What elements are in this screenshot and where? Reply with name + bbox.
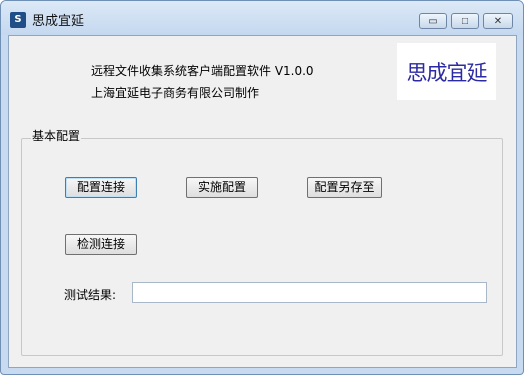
company-credit: 上海宜延电子商务有限公司制作 [91, 86, 260, 100]
maximize-button[interactable]: □ [451, 13, 479, 29]
test-result-field[interactable] [132, 282, 487, 303]
apply-config-button[interactable]: 实施配置 [186, 177, 258, 198]
client-area: 远程文件收集系统客户端配置软件 V1.0.0 上海宜延电子商务有限公司制作 思成… [8, 35, 517, 368]
save-config-as-button[interactable]: 配置另存至 [307, 177, 382, 198]
config-connect-button[interactable]: 配置连接 [65, 177, 137, 198]
basic-config-title: 基本配置 [31, 127, 82, 144]
minimize-button[interactable]: ▭ [419, 13, 447, 29]
app-description: 远程文件收集系统客户端配置软件 V1.0.0 [91, 64, 314, 78]
company-logo: 思成宜延 [397, 43, 496, 100]
window-title: 思成宜延 [32, 14, 85, 29]
main-window: S 思成宜延 ▭ □ ✕ 远程文件收集系统客户端配置软件 V1.0.0 上海宜延… [0, 0, 524, 375]
test-connect-button[interactable]: 检测连接 [65, 234, 137, 255]
test-result-label: 测试结果: [64, 288, 117, 302]
close-button[interactable]: ✕ [483, 13, 513, 29]
title-bar[interactable]: S 思成宜延 ▭ □ ✕ [1, 1, 523, 35]
app-icon: S [10, 12, 26, 28]
